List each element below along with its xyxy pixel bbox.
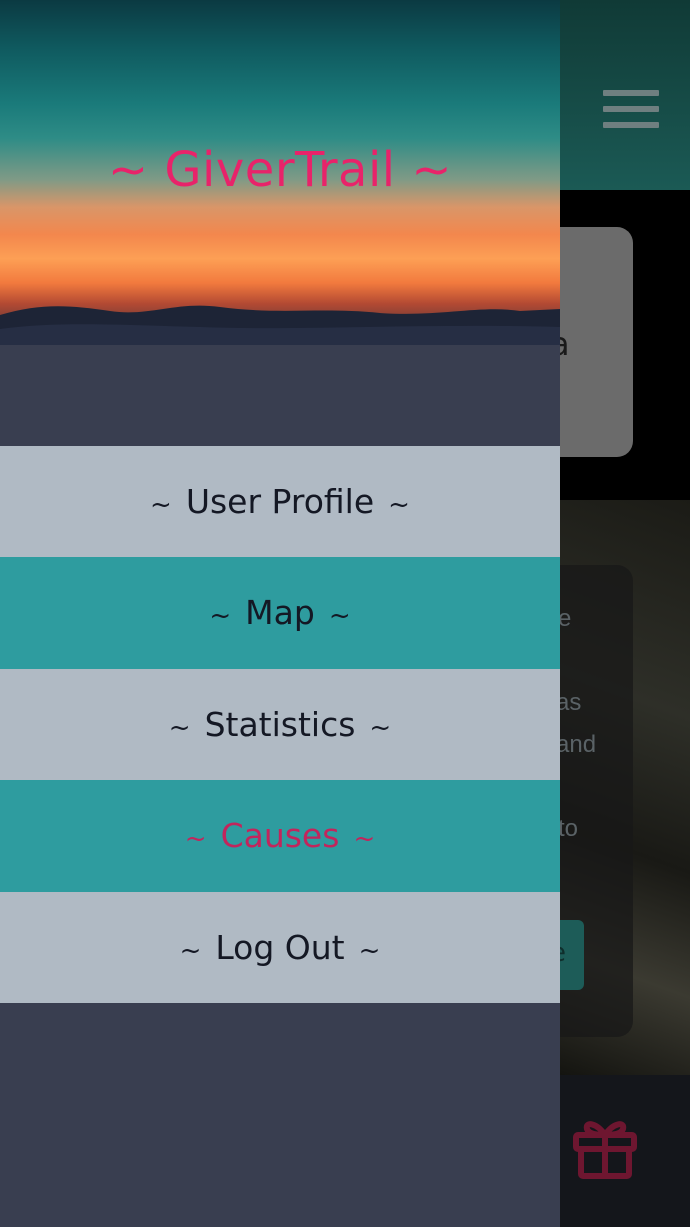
drawer-brand-title: ~ GiverTrail ~ bbox=[107, 142, 453, 198]
tilde-decoration: ~ bbox=[369, 712, 392, 743]
tilde-decoration: ~ bbox=[184, 824, 207, 855]
tilde-decoration: ~ bbox=[358, 935, 381, 966]
gift-icon[interactable] bbox=[571, 1117, 639, 1179]
body-text-fragment: e bbox=[558, 605, 572, 632]
menu-item-label: Causes bbox=[220, 816, 340, 856]
tilde-decoration: ~ bbox=[328, 601, 351, 632]
drawer-header-image: ~ GiverTrail ~ bbox=[0, 0, 560, 345]
menu-item-causes[interactable]: ~ Causes ~ bbox=[0, 780, 560, 892]
menu-item-label: User Profile bbox=[185, 482, 375, 521]
menu-item-label: Map bbox=[245, 593, 315, 633]
tilde-decoration: ~ bbox=[168, 712, 191, 743]
tilde-decoration: ~ bbox=[353, 824, 376, 855]
menu-item-log-out[interactable]: ~ Log Out ~ bbox=[0, 891, 560, 1003]
tilde-decoration: ~ bbox=[150, 490, 172, 520]
menu-item-label: Log Out bbox=[215, 927, 345, 967]
menu-item-map[interactable]: ~ Map ~ bbox=[0, 557, 560, 669]
mountain-silhouette bbox=[0, 305, 560, 345]
body-text-fragment: and bbox=[556, 731, 597, 758]
menu-item-label: Statistics bbox=[204, 704, 356, 744]
body-text-fragment: to bbox=[558, 815, 579, 842]
menu-item-user-profile[interactable]: ~ User Profile ~ bbox=[0, 446, 560, 558]
tilde-decoration: ~ bbox=[179, 935, 202, 966]
tilde-decoration: ~ bbox=[388, 490, 410, 520]
menu-item-statistics[interactable]: ~ Statistics ~ bbox=[0, 668, 560, 781]
tilde-decoration: ~ bbox=[209, 601, 232, 632]
hamburger-menu-icon[interactable] bbox=[600, 88, 660, 132]
drawer-menu: ~ User Profile ~ ~ Map ~ ~ Statistics ~ ~ Cause… bbox=[0, 446, 560, 1003]
navigation-drawer: ~ GiverTrail ~ ~ User Profile ~ ~ Map ~ ~ Sta… bbox=[0, 0, 560, 1227]
